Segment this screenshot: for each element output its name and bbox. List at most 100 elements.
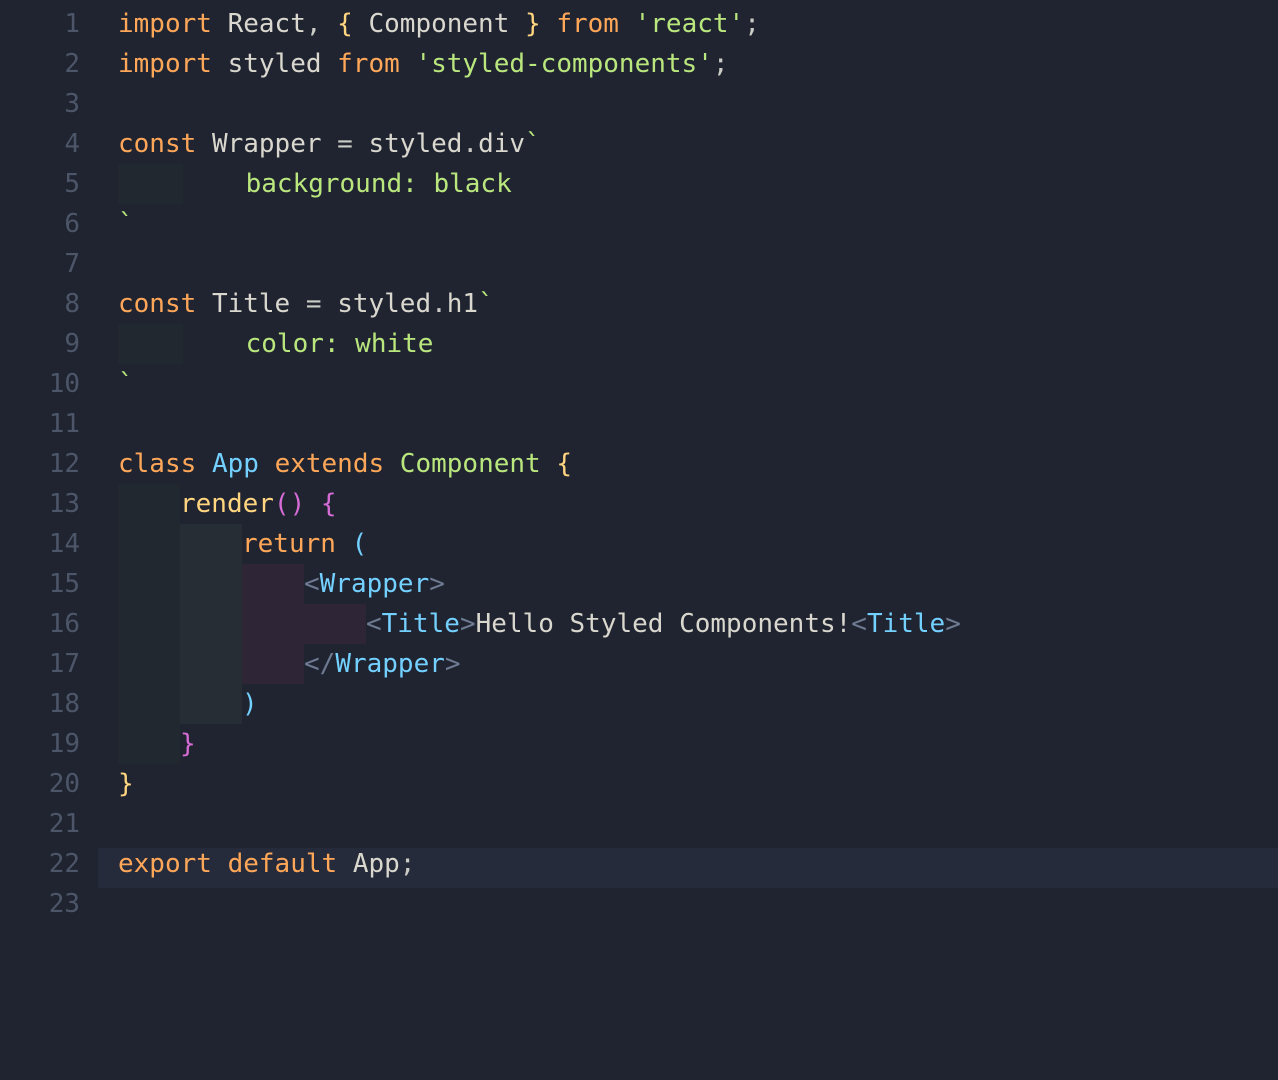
token-jsx-punct: < — [366, 609, 382, 639]
token-backtick: ` — [478, 289, 494, 319]
token-keyword: import — [118, 49, 212, 79]
token-identifier: div — [478, 129, 525, 159]
code-line[interactable]: const Title = styled.h1` — [118, 284, 1278, 324]
indent-guide — [180, 684, 242, 724]
indent-guide — [180, 564, 242, 604]
code-area[interactable]: import React, { Component } from 'react'… — [98, 4, 1278, 924]
token-identifier: Title — [212, 289, 290, 319]
line-number: 15 — [0, 564, 80, 604]
token-brace: { — [321, 489, 337, 519]
code-line[interactable]: <Title>Hello Styled Components!<Title> — [118, 604, 1278, 644]
token-jsx-punct: < — [851, 609, 867, 639]
token-keyword: class — [118, 449, 196, 479]
code-line[interactable]: export default App; — [118, 844, 1278, 884]
token-jsx-punct: > — [445, 649, 461, 679]
token-identifier: Wrapper — [212, 129, 322, 159]
line-number: 7 — [0, 244, 80, 284]
token-identifier: styled — [228, 49, 322, 79]
code-line[interactable]: ) — [118, 684, 1278, 724]
token-paren: ( — [352, 529, 368, 559]
token-backtick: ` — [525, 129, 541, 159]
token-jsx-punct: < — [304, 569, 320, 599]
code-line[interactable]: return ( — [118, 524, 1278, 564]
token-paren: ) — [242, 689, 258, 719]
code-line[interactable]: import React, { Component } from 'react'… — [118, 4, 1278, 44]
token-keyword: default — [228, 849, 338, 879]
line-number: 9 — [0, 324, 80, 364]
token-punct: ; — [400, 849, 416, 879]
line-number-gutter: 1 2 3 4 5 6 7 8 9 10 11 12 13 14 15 16 1… — [0, 4, 98, 924]
token-keyword: const — [118, 289, 196, 319]
code-line[interactable]: background: black — [118, 164, 1278, 204]
code-line[interactable]: render() { — [118, 484, 1278, 524]
code-line[interactable] — [118, 84, 1278, 124]
indent-guide — [242, 644, 304, 684]
token-jsx-tag: Wrapper — [335, 649, 445, 679]
code-line[interactable]: ` — [118, 364, 1278, 404]
token-jsx-text: Hello Styled Components! — [476, 609, 852, 639]
line-number: 5 — [0, 164, 80, 204]
indent-guide — [118, 564, 180, 604]
code-line[interactable]: <Wrapper> — [118, 564, 1278, 604]
line-number: 14 — [0, 524, 80, 564]
token-punct: . — [431, 289, 447, 319]
code-line[interactable]: class App extends Component { — [118, 444, 1278, 484]
token-jsx-punct: > — [429, 569, 445, 599]
line-number: 16 — [0, 604, 80, 644]
token-jsx-punct: > — [945, 609, 961, 639]
token-keyword: return — [242, 529, 336, 559]
token-punct: , — [306, 9, 322, 39]
code-line[interactable]: } — [118, 764, 1278, 804]
indent-guide — [304, 604, 366, 644]
token-brace: } — [118, 769, 134, 799]
token-jsx-tag: Title — [867, 609, 945, 639]
indent-guide — [180, 644, 242, 684]
code-line[interactable] — [118, 404, 1278, 444]
code-line[interactable] — [118, 804, 1278, 844]
code-line[interactable]: import styled from 'styled-components'; — [118, 44, 1278, 84]
token-brace: } — [180, 729, 196, 759]
token-string: color: white — [118, 329, 433, 359]
line-number: 11 — [0, 404, 80, 444]
token-classname: App — [212, 449, 259, 479]
indent-guide — [118, 644, 180, 684]
token-identifier: App — [353, 849, 400, 879]
token-identifier: h1 — [447, 289, 478, 319]
indent-guide — [180, 524, 242, 564]
line-number: 18 — [0, 684, 80, 724]
line-number: 1 — [0, 4, 80, 44]
token-brace: } — [525, 9, 541, 39]
token-identifier: React — [228, 9, 306, 39]
line-number: 6 — [0, 204, 80, 244]
token-keyword: const — [118, 129, 196, 159]
token-backtick: ` — [118, 209, 134, 239]
indent-guide — [118, 484, 180, 524]
line-number: 19 — [0, 724, 80, 764]
token-identifier: Component — [400, 449, 541, 479]
line-number: 2 — [0, 44, 80, 84]
token-function: render — [180, 489, 274, 519]
token-punct: = — [337, 129, 353, 159]
code-line[interactable] — [118, 884, 1278, 924]
line-number: 17 — [0, 644, 80, 684]
indent-guide — [118, 524, 180, 564]
token-backtick: ` — [118, 369, 134, 399]
token-keyword: from — [556, 9, 619, 39]
token-identifier: styled — [337, 289, 431, 319]
code-line[interactable]: const Wrapper = styled.div` — [118, 124, 1278, 164]
token-string: 'react' — [635, 9, 745, 39]
code-line[interactable]: </Wrapper> — [118, 644, 1278, 684]
token-brace: { — [556, 449, 572, 479]
line-number: 8 — [0, 284, 80, 324]
token-string: 'styled-components' — [415, 49, 712, 79]
token-keyword: export — [118, 849, 212, 879]
indent-guide — [242, 604, 304, 644]
code-line[interactable] — [118, 244, 1278, 284]
token-identifier: styled — [368, 129, 462, 159]
code-line[interactable]: } — [118, 724, 1278, 764]
code-line[interactable]: color: white — [118, 324, 1278, 364]
indent-guide — [118, 684, 180, 724]
code-line[interactable]: ` — [118, 204, 1278, 244]
line-number: 22 — [0, 844, 80, 884]
code-editor[interactable]: 1 2 3 4 5 6 7 8 9 10 11 12 13 14 15 16 1… — [0, 0, 1278, 928]
